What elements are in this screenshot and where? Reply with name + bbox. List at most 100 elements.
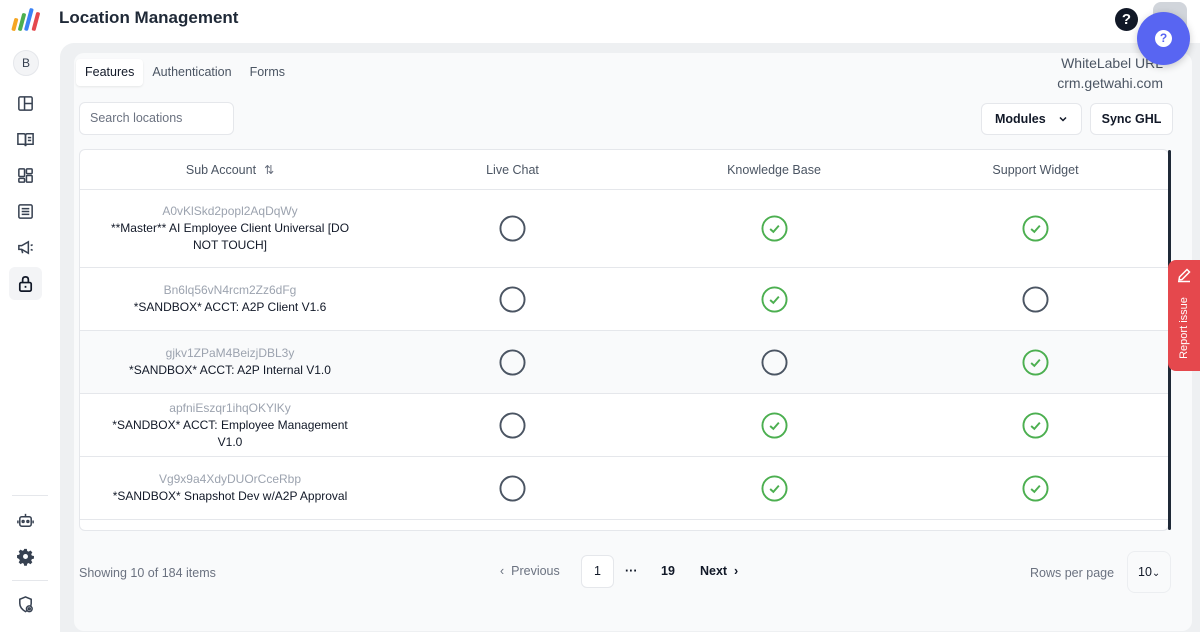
live-chat-toggle[interactable]: [380, 394, 645, 456]
floating-help-button[interactable]: ?: [1137, 12, 1190, 65]
sub-account-id: apfniEszqr1ihqOKYlKy: [169, 400, 291, 415]
sub-account-name: **Master** AI Employee Client Universal …: [110, 221, 350, 252]
sub-account-id: gjkv1ZPaM4BeizjDBL3y: [165, 346, 295, 360]
gear-icon: [17, 548, 34, 566]
sub-account-cell: apfniEszqr1ihqOKYlKy *SANDBOX* ACCT: Empl…: [80, 394, 380, 456]
help-icon[interactable]: ?: [1115, 8, 1138, 31]
live-chat-toggle[interactable]: [380, 457, 645, 519]
report-issue-label: Report issue: [1178, 297, 1190, 359]
check-circle-icon[interactable]: [1022, 411, 1049, 439]
support-widget-toggle[interactable]: [903, 268, 1168, 330]
empty-circle-icon[interactable]: [499, 474, 526, 502]
robot-icon: [17, 513, 34, 527]
sub-account-id: Bn6lq56vN4rcm2Zz6dFg: [163, 283, 297, 297]
chevron-down-icon: [1059, 116, 1067, 122]
live-chat-toggle[interactable]: [380, 268, 645, 330]
page-button-current[interactable]: 1: [581, 555, 614, 588]
megaphone-icon: [18, 240, 33, 255]
content-card: Features Authentication Forms WhiteLabel…: [74, 53, 1192, 631]
chevron-down-icon: ⌄: [1151, 568, 1161, 579]
search-input[interactable]: Search locations: [79, 102, 234, 135]
sidebar-item-admin[interactable]: [9, 588, 42, 621]
sidebar-item-knowledge[interactable]: [9, 123, 42, 156]
sidebar-item-modules[interactable]: [9, 159, 42, 192]
empty-circle-icon[interactable]: [499, 215, 526, 242]
lock-icon: [18, 275, 33, 292]
next-page-button[interactable]: Next ›: [700, 555, 738, 588]
empty-circle-icon[interactable]: [499, 348, 526, 376]
sub-account-name: *SANDBOX* Snapshot Dev w/A2P Approval: [112, 489, 348, 503]
table-row[interactable]: Bn6lq56vN4rcm2Zz6dFg *SANDBOX* ACCT: A2P …: [80, 268, 1168, 331]
check-circle-icon[interactable]: [760, 215, 788, 242]
rows-per-page-value: 10: [1138, 565, 1152, 579]
tab-authentication[interactable]: Authentication: [143, 59, 240, 86]
table-header: Sub Account ⇅ Live Chat Knowledge Base Su…: [80, 150, 1168, 190]
table-row[interactable]: Vg9x9a4XdyDUOrCceRbp *SANDBOX* Snapshot D…: [80, 457, 1168, 520]
layout-panel-icon: [18, 96, 33, 111]
main-panel: Features Authentication Forms WhiteLabel…: [60, 43, 1200, 632]
column-header-live-chat: Live Chat: [486, 163, 539, 177]
live-chat-toggle[interactable]: [380, 331, 645, 393]
check-circle-icon[interactable]: [760, 474, 788, 502]
empty-circle-icon[interactable]: [760, 348, 788, 376]
shield-settings-icon: [19, 596, 33, 613]
empty-circle-icon[interactable]: [499, 411, 526, 439]
page-button-last[interactable]: 19: [661, 555, 675, 588]
page-title: Location Management: [59, 8, 239, 27]
knowledge-base-toggle[interactable]: [645, 457, 903, 519]
check-circle-icon[interactable]: [760, 411, 788, 439]
modules-label: Modules: [995, 112, 1046, 126]
locations-table: Sub Account ⇅ Live Chat Knowledge Base Su…: [79, 149, 1169, 531]
sidebar-divider: [12, 580, 48, 581]
question-icon: ?: [1155, 30, 1172, 47]
table-row[interactable]: apfniEszqr1ihqOKYlKy *SANDBOX* ACCT: Empl…: [80, 394, 1168, 457]
support-widget-toggle[interactable]: [903, 190, 1168, 267]
check-circle-icon[interactable]: [1022, 215, 1049, 242]
app-logo-icon[interactable]: [10, 4, 44, 34]
table-row[interactable]: gjkv1ZPaM4BeizjDBL3y *SANDBOX* ACCT: A2P …: [80, 331, 1168, 394]
chevron-left-icon: ‹: [500, 564, 505, 578]
previous-label: Previous: [511, 564, 560, 578]
support-widget-toggle[interactable]: [903, 331, 1168, 393]
sub-account-cell: gjkv1ZPaM4BeizjDBL3y *SANDBOX* ACCT: A2P …: [80, 331, 380, 393]
book-open-icon: [17, 133, 34, 147]
account-avatar[interactable]: B: [13, 50, 39, 76]
tab-forms[interactable]: Forms: [241, 59, 294, 86]
whitelabel-url[interactable]: crm.getwahi.com: [1057, 73, 1163, 93]
check-circle-icon[interactable]: [760, 285, 788, 313]
previous-page-button[interactable]: ‹ Previous: [500, 555, 560, 588]
sidebar-item-settings[interactable]: [9, 540, 42, 573]
check-circle-icon[interactable]: [1022, 348, 1049, 376]
sidebar-item-bot[interactable]: [9, 504, 42, 537]
sub-account-name: *SANDBOX* ACCT: A2P Internal V1.0: [129, 363, 331, 377]
empty-circle-icon[interactable]: [499, 285, 526, 313]
sub-account-id: A0vKlSkd2popl2AqDqWy: [162, 204, 298, 218]
check-circle-icon[interactable]: [1022, 474, 1049, 502]
modules-dropdown[interactable]: Modules: [981, 103, 1082, 135]
column-header-knowledge-base: Knowledge Base: [727, 163, 821, 177]
knowledge-base-toggle[interactable]: [645, 394, 903, 456]
report-issue-tab[interactable]: Report issue: [1168, 260, 1200, 371]
feature-tabs: Features Authentication Forms: [76, 59, 294, 86]
sidebar-item-campaigns[interactable]: [9, 231, 42, 264]
support-widget-toggle[interactable]: [903, 457, 1168, 519]
sidebar-item-list[interactable]: [9, 195, 42, 228]
sidebar-item-locations[interactable]: [9, 267, 42, 300]
column-header-sub-account[interactable]: Sub Account ⇅: [80, 150, 380, 190]
table-row[interactable]: A0vKlSkd2popl2AqDqWy **Master** AI Employ…: [80, 190, 1168, 268]
knowledge-base-toggle[interactable]: [645, 331, 903, 393]
sync-ghl-button[interactable]: Sync GHL: [1090, 103, 1173, 135]
sub-account-cell: Vg9x9a4XdyDUOrCceRbp *SANDBOX* Snapshot D…: [80, 457, 380, 519]
knowledge-base-toggle[interactable]: [645, 190, 903, 267]
knowledge-base-toggle[interactable]: [645, 268, 903, 330]
sidebar-item-dashboard[interactable]: [9, 87, 42, 120]
sort-icon[interactable]: ⇅: [264, 150, 274, 190]
grid-icon: [18, 168, 33, 183]
live-chat-toggle[interactable]: [380, 190, 645, 267]
tab-features[interactable]: Features: [76, 59, 144, 86]
support-widget-toggle[interactable]: [903, 394, 1168, 456]
rows-per-page-select[interactable]: 10⌄: [1127, 551, 1171, 593]
column-header-label: Sub Account: [185, 163, 257, 177]
rows-per-page-label: Rows per page: [1030, 566, 1115, 580]
empty-circle-icon[interactable]: [1022, 285, 1049, 313]
